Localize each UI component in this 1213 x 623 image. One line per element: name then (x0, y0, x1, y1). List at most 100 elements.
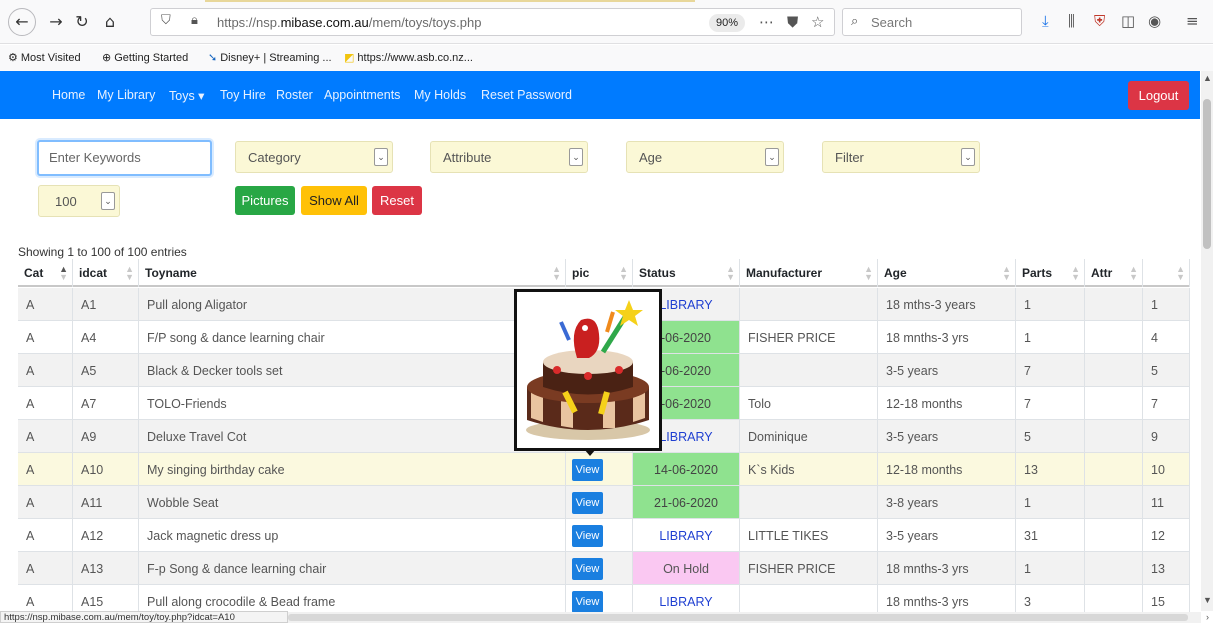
reset-button[interactable]: Reset (372, 186, 422, 215)
keywords-field[interactable] (37, 140, 212, 176)
nav-appointments[interactable]: Appointments (324, 88, 400, 102)
cell-idcat: A10 (73, 453, 139, 485)
sort-icon: ▲ ▼ (59, 264, 68, 282)
cell-parts: 1 (1016, 486, 1085, 518)
view-picture-button[interactable]: View (572, 492, 603, 514)
cell-manufacturer: Dominique (740, 420, 878, 452)
view-picture-button[interactable]: View (572, 591, 603, 613)
logout-button[interactable]: Logout (1128, 81, 1189, 110)
header-status[interactable]: Status ▲ ▼ (633, 259, 740, 287)
nav-roster[interactable]: Roster (276, 88, 313, 102)
cell-parts: 1 (1016, 321, 1085, 353)
filter-select[interactable]: Filter ⌄ (822, 141, 980, 173)
bookmark-getting-started[interactable]: ⊕ Getting Started (102, 51, 188, 64)
header-attr[interactable]: Attr ▲ ▼ (1085, 259, 1143, 287)
bookmark-most-visited[interactable]: ⚙ Most Visited (8, 51, 81, 64)
header-idcat[interactable]: idcat ▲ ▼ (73, 259, 139, 287)
globe-icon: ⊕ (102, 51, 112, 64)
vertical-scrollbar[interactable]: ▲ ▼ (1201, 71, 1213, 611)
home-icon[interactable]: ⌂ (98, 10, 122, 34)
cell-num: 13 (1143, 552, 1190, 584)
header-pic[interactable]: pic ▲ ▼ (566, 259, 633, 287)
header-num[interactable]: ▲ ▼ (1143, 259, 1190, 287)
popup-pointer (584, 449, 596, 456)
url-bar[interactable]: ⛉ 🔒︎ https://nsp.mibase.com.au/mem/toys/… (150, 8, 835, 36)
bookmark-asb[interactable]: ◩ https://www.asb.co.nz... (344, 51, 473, 64)
table-row[interactable]: A A11 Wobble Seat View 21-06-2020 3-8 years 1 1… (18, 486, 1190, 519)
cell-status: 14-06-2020 (633, 453, 740, 485)
bookmark-disney[interactable]: ➘ Disney+ | Streaming ... (208, 51, 332, 64)
header-parts[interactable]: Parts ▲ ▼ (1016, 259, 1085, 287)
nav-toys-dropdown[interactable]: Toys ▾ (169, 88, 204, 103)
zoom-level[interactable]: 90% (709, 14, 746, 32)
cell-toyname: My singing birthday cake (139, 453, 566, 485)
header-toyname[interactable]: Toyname ▲ ▼ (139, 259, 566, 287)
scroll-right-icon[interactable]: › (1206, 612, 1209, 622)
cell-idcat: A5 (73, 354, 139, 386)
header-manufacturer[interactable]: Manufacturer ▲ ▼ (740, 259, 878, 287)
horizontal-scrollbar[interactable]: › (288, 612, 1209, 623)
cell-status: LIBRARY (633, 519, 740, 551)
category-select[interactable]: Category ⌄ (235, 141, 393, 173)
cell-parts: 1 (1016, 552, 1085, 584)
pocket-icon[interactable]: ⛊ (787, 13, 798, 31)
scroll-thumb[interactable] (1203, 99, 1211, 249)
status-bar-url: https://nsp.mibase.com.au/mem/toy/toy.ph… (0, 611, 288, 623)
sort-icon: ▲ ▼ (125, 264, 134, 282)
view-picture-button[interactable]: View (572, 558, 603, 580)
cell-toyname: F-p Song & dance learning chair (139, 552, 566, 584)
cell-cat: A (18, 552, 73, 584)
cell-cat: A (18, 519, 73, 551)
menu-icon[interactable]: ≡ (1186, 12, 1199, 30)
reload-icon[interactable]: ↻ (70, 10, 94, 34)
cell-age: 3-5 years (878, 519, 1016, 551)
age-select[interactable]: Age ⌄ (626, 141, 784, 173)
header-label: idcat (79, 266, 108, 280)
scroll-down-icon[interactable]: ▼ (1203, 595, 1212, 605)
cell-num: 7 (1143, 387, 1190, 419)
bookmark-star-icon[interactable]: ☆ (811, 13, 824, 31)
attribute-select[interactable]: Attribute ⌄ (430, 141, 588, 173)
download-icon[interactable]: ⤓ (1042, 12, 1049, 30)
cell-num: 10 (1143, 453, 1190, 485)
account-icon[interactable]: ◉ (1148, 12, 1161, 30)
search-bar[interactable]: ⌕ Search (842, 8, 1022, 36)
page-info-icon[interactable]: ⛉ (161, 13, 171, 28)
disney-icon: ➘ (208, 51, 218, 64)
cell-num: 1 (1143, 288, 1190, 320)
table-row[interactable]: A A10 My singing birthday cake View 14-06-20… (18, 453, 1190, 486)
sidebar-icon[interactable]: ◫ (1121, 12, 1135, 30)
forward-icon[interactable]: → (44, 10, 68, 34)
url-text: https://nsp.mibase.com.au/mem/toys/toys.… (217, 15, 482, 30)
table-row[interactable]: A A13 F-p Song & dance learning chair View O… (18, 552, 1190, 585)
header-label: Age (884, 266, 907, 280)
cell-age: 18 mths-3 years (878, 288, 1016, 320)
nav-reset-password[interactable]: Reset Password (481, 88, 572, 102)
header-age[interactable]: Age ▲ ▼ (878, 259, 1016, 287)
ublock-icon[interactable]: ⛨ (1094, 12, 1105, 30)
table-row[interactable]: A A12 Jack magnetic dress up View LIBRARY LIT… (18, 519, 1190, 552)
cell-cat: A (18, 354, 73, 386)
nav-my-library[interactable]: My Library (97, 88, 155, 102)
view-picture-button[interactable]: View (572, 459, 603, 481)
page-size-select[interactable]: 100 ⌄ (38, 185, 120, 217)
hscroll-thumb[interactable] (288, 614, 1188, 621)
page-actions-icon[interactable]: ⋯ (759, 13, 774, 31)
chevron-down-icon: ⌄ (765, 148, 779, 166)
nav-my-holds[interactable]: My Holds (414, 88, 466, 102)
library-icon[interactable]: ⫼ (1068, 12, 1075, 30)
view-picture-button[interactable]: View (572, 525, 603, 547)
header-label: Manufacturer (746, 266, 823, 280)
gear-icon: ⚙ (8, 51, 18, 64)
header-cat[interactable]: Cat ▲ ▼ (18, 259, 73, 287)
pictures-button[interactable]: Pictures (235, 186, 295, 215)
back-icon[interactable]: ← (8, 8, 36, 36)
cell-parts: 5 (1016, 420, 1085, 452)
scroll-up-icon[interactable]: ▲ (1203, 73, 1212, 83)
show-all-button[interactable]: Show All (301, 186, 367, 215)
keywords-input[interactable] (49, 142, 209, 172)
cell-num: 11 (1143, 486, 1190, 518)
nav-toy-hire[interactable]: Toy Hire (220, 88, 266, 102)
cell-age: 3-8 years (878, 486, 1016, 518)
nav-home[interactable]: Home (52, 88, 85, 102)
